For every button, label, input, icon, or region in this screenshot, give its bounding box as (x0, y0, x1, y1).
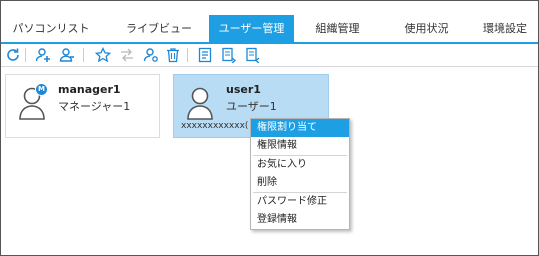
swap-icon[interactable] (118, 46, 136, 64)
menu-item-delete[interactable]: 削除 (251, 174, 349, 192)
toolbar (1, 44, 538, 67)
toolbar-separator (187, 48, 188, 62)
tab-usage[interactable]: 使用状況 (394, 15, 459, 43)
tab-settings[interactable]: 環境設定 (475, 15, 535, 43)
add-user-icon[interactable] (34, 46, 52, 64)
toolbar-separator (83, 48, 84, 62)
menu-item-registration-info[interactable]: 登録情報 (251, 211, 349, 229)
add-user-alt-icon[interactable] (58, 46, 76, 64)
tab-pc-list[interactable]: パソコンリスト (11, 15, 91, 43)
import-icon[interactable] (244, 46, 262, 64)
app-window: パソコンリスト ライブビュー ユーザー管理 組織管理 使用状況 環境設定 M m… (0, 0, 539, 256)
refresh-icon[interactable] (4, 46, 22, 64)
info-icon[interactable] (196, 46, 214, 64)
menu-item-change-password[interactable]: パスワード修正 (251, 193, 349, 211)
delete-icon[interactable] (164, 46, 182, 64)
user-display-name: ユーザー1 (226, 100, 277, 113)
manager-badge-icon: M (35, 83, 48, 96)
export-icon[interactable] (220, 46, 238, 64)
user-avatar-icon (186, 85, 218, 121)
tab-bar: パソコンリスト ライブビュー ユーザー管理 組織管理 使用状況 環境設定 (1, 15, 538, 43)
user-display-name: マネージャー1 (58, 100, 131, 113)
user-name: user1 (226, 83, 261, 96)
user-card-manager1[interactable]: M manager1 マネージャー1 (5, 74, 160, 138)
menu-item-assign-permissions[interactable]: 権限割り当て (251, 119, 349, 137)
menu-item-permission-info[interactable]: 権限情報 (251, 137, 349, 155)
menu-item-favorites[interactable]: お気に入り (251, 156, 349, 174)
user-code: xxxxxxxxxxxx( (181, 121, 249, 131)
context-menu: 権限割り当て 権限情報 お気に入り 削除 パスワード修正 登録情報 (250, 118, 350, 230)
toolbar-separator (25, 48, 26, 62)
tab-organization[interactable]: 組織管理 (305, 15, 370, 43)
favorite-icon[interactable] (94, 46, 112, 64)
user-name: manager1 (58, 83, 121, 96)
tab-live-view[interactable]: ライブビュー (119, 15, 199, 43)
tab-user-management[interactable]: ユーザー管理 (209, 15, 294, 43)
user-settings-icon[interactable] (142, 46, 160, 64)
